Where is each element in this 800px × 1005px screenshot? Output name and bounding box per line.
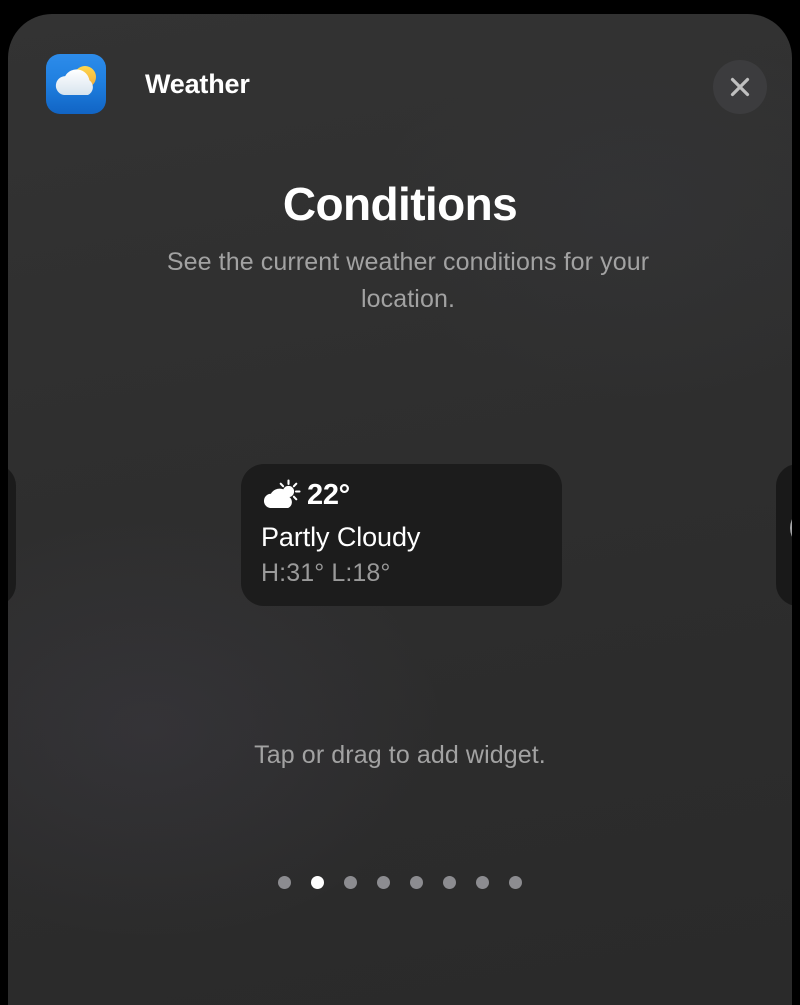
widget-carousel[interactable]: 22° Partly Cloudy H:31° L:18°: [8, 464, 792, 609]
page-indicator: [8, 876, 792, 889]
widget-temperature: 22°: [307, 479, 350, 511]
sheet-header: Weather: [8, 14, 792, 154]
widget-high-low: H:31° L:18°: [261, 559, 391, 587]
page-dot[interactable]: [344, 876, 357, 889]
page-dot[interactable]: [443, 876, 456, 889]
page-dot[interactable]: [476, 876, 489, 889]
page-dot[interactable]: [410, 876, 423, 889]
widget-card-next[interactable]: [776, 464, 792, 606]
widget-card-previous[interactable]: [8, 464, 16, 606]
page-dot[interactable]: [311, 876, 324, 889]
page-dot[interactable]: [509, 876, 522, 889]
widget-temperature-row: 22°: [261, 479, 350, 511]
page-dot[interactable]: [278, 876, 291, 889]
page-subtitle: See the current weather conditions for y…: [166, 248, 650, 313]
partly-cloudy-icon: [261, 479, 301, 511]
close-button[interactable]: [713, 60, 767, 114]
app-name-label: Weather: [145, 69, 250, 99]
widget-detail-sheet: Weather Conditions See the current weath…: [8, 14, 792, 1005]
add-widget-hint: Tap or drag to add widget.: [254, 741, 546, 769]
page-title: Conditions: [282, 178, 518, 230]
page-dot[interactable]: [377, 876, 390, 889]
close-icon: [727, 74, 753, 100]
moon-icon: [790, 508, 792, 548]
weather-app-icon: [46, 54, 106, 114]
widget-card-conditions[interactable]: 22° Partly Cloudy H:31° L:18°: [241, 464, 562, 606]
screen: Weather Conditions See the current weath…: [0, 0, 800, 1005]
widget-condition: Partly Cloudy: [261, 522, 421, 552]
